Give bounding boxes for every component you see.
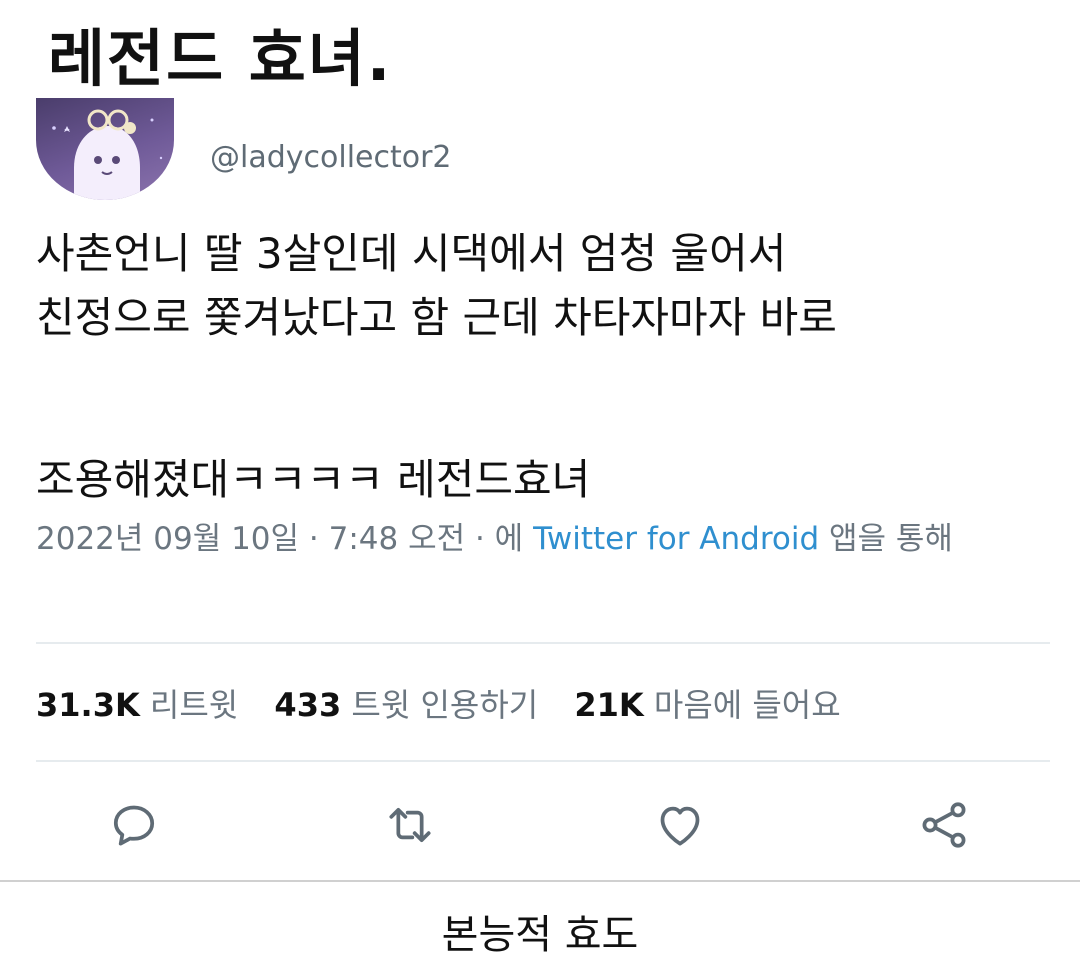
divider bbox=[36, 760, 1050, 762]
divider bbox=[36, 642, 1050, 644]
divider bbox=[0, 880, 1080, 882]
tweet-line: 사촌언니 딸 3살인데 시댁에서 엄청 울어서 bbox=[36, 229, 787, 278]
reply-icon bbox=[113, 805, 155, 846]
avatar[interactable] bbox=[36, 98, 174, 200]
tweet-line: 조용해졌대ㅋㅋㅋㅋ 레전드효녀 bbox=[36, 455, 591, 504]
ghost-avatar-icon bbox=[52, 109, 163, 200]
source-link[interactable]: Twitter for Android bbox=[533, 521, 819, 557]
tweet-text: 사촌언니 딸 3살인데 시댁에서 엄청 울어서 친정으로 쫓겨났다고 함 근데 … bbox=[36, 222, 1046, 512]
caption: 본능적 효도 bbox=[441, 912, 639, 958]
tweet-meta: 2022년 09월 10일 · 7:48 오전 · 에 Twitter for … bbox=[36, 514, 1036, 564]
share-icon bbox=[922, 802, 966, 848]
like-button[interactable] bbox=[650, 795, 710, 855]
tweet-stats: 31.3K 리트윗 433 트윗 인용하기 21K 마음에 들어요 bbox=[36, 680, 867, 726]
page-title: 레전드 효녀. bbox=[48, 22, 393, 95]
share-button[interactable] bbox=[914, 795, 974, 855]
retweet-count[interactable]: 31.3K 리트윗 bbox=[36, 686, 264, 724]
quote-count[interactable]: 433 트윗 인용하기 bbox=[274, 686, 564, 724]
tweet-datetime: 2022년 09월 10일 · 7:48 오전 · 에 bbox=[36, 521, 534, 557]
user-handle[interactable]: @ladycollector2 bbox=[210, 140, 452, 175]
retweet-button[interactable] bbox=[380, 795, 440, 855]
like-icon bbox=[660, 806, 700, 846]
reply-button[interactable] bbox=[104, 795, 164, 855]
retweet-icon bbox=[389, 807, 431, 843]
like-count[interactable]: 21K 마음에 들어요 bbox=[574, 686, 866, 724]
tweet-line: 친정으로 쫓겨났다고 함 근데 차타자마자 바로 bbox=[36, 293, 837, 342]
source-suffix: 앱을 통해 bbox=[819, 521, 953, 557]
